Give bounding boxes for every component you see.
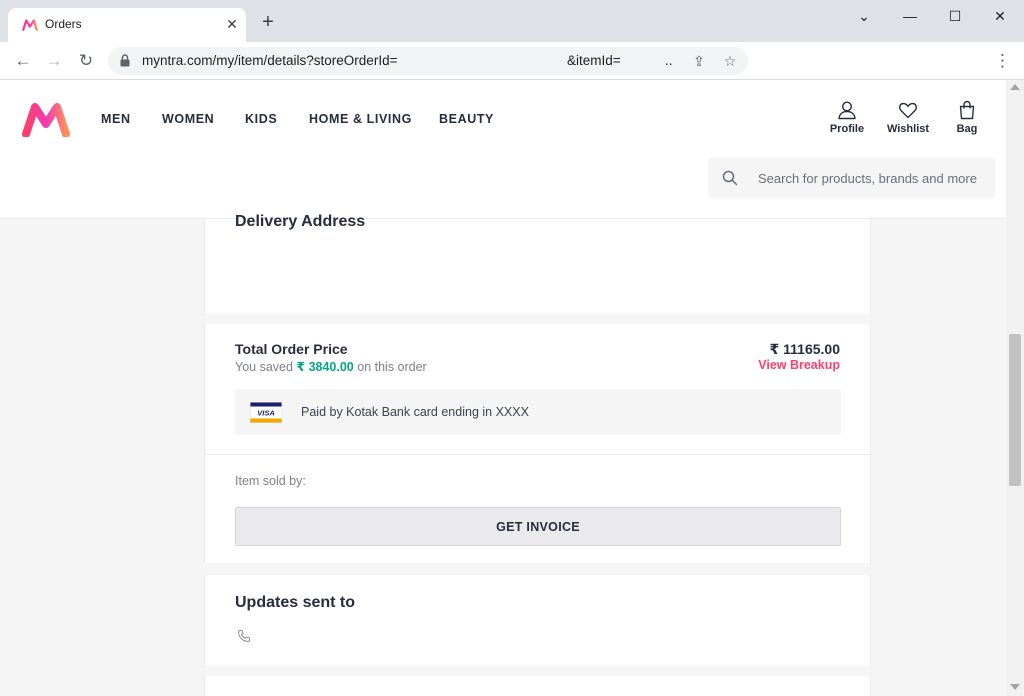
scrollbar-thumb[interactable] xyxy=(1009,334,1021,486)
search-input[interactable] xyxy=(750,158,990,198)
nav-men[interactable]: MEN xyxy=(101,112,131,126)
address-bar[interactable]: myntra.com/my/item/details?storeOrderId=… xyxy=(108,47,748,75)
lock-icon xyxy=(120,54,130,67)
heart-icon xyxy=(899,102,917,119)
total-order-amount: ₹ 11165.00 xyxy=(769,341,840,357)
search-icon[interactable] xyxy=(722,170,738,186)
card-brand-label: VISA xyxy=(257,408,275,417)
view-breakup-link[interactable]: View Breakup xyxy=(758,358,840,372)
section-divider xyxy=(205,454,870,455)
forward-arrow-icon[interactable]: → xyxy=(43,50,65,72)
reload-icon[interactable]: ↻ xyxy=(75,50,97,72)
tab-close-icon[interactable]: ✕ xyxy=(224,16,240,32)
browser-toolbar: ← → ↻ myntra.com/my/item/details?storeOr… xyxy=(0,42,1024,80)
share-icon[interactable]: ⇪ xyxy=(690,52,708,70)
tab-title: Orders xyxy=(45,17,82,31)
next-card xyxy=(204,676,871,696)
maximize-window-icon[interactable]: ☐ xyxy=(944,6,966,26)
nav-kids[interactable]: KIDS xyxy=(245,112,277,126)
myntra-favicon-icon xyxy=(22,19,38,31)
item-sold-by-label: Item sold by: xyxy=(235,474,306,488)
nav-beauty[interactable]: BEAUTY xyxy=(439,112,494,126)
get-invoice-button[interactable]: GET INVOICE xyxy=(235,507,841,546)
delivery-address-card: Delivery Address xyxy=(204,213,871,314)
savings-text: You saved ₹ 3840.00 on this order xyxy=(235,359,427,374)
url-ellipsis: .. xyxy=(665,53,673,68)
updates-sent-to-title: Updates sent to xyxy=(235,594,356,611)
wishlist-label: Wishlist xyxy=(886,123,930,135)
minimize-window-icon[interactable]: — xyxy=(899,6,921,26)
order-price-card: Total Order Price You saved ₹ 3840.00 on… xyxy=(204,324,871,563)
shopping-bag-icon xyxy=(959,100,975,120)
close-window-icon[interactable]: ✕ xyxy=(989,6,1011,26)
visa-card-icon: VISA xyxy=(250,402,282,423)
savings-suffix: on this order xyxy=(353,360,427,374)
payment-info: VISA Paid by Kotak Bank card ending in X… xyxy=(235,389,841,435)
profile-button[interactable]: Profile xyxy=(817,100,877,135)
scroll-up-arrow-icon[interactable] xyxy=(1010,84,1020,90)
delivery-address-title: Delivery Address xyxy=(235,213,366,230)
total-order-price-label: Total Order Price xyxy=(235,341,348,357)
wishlist-button[interactable]: Wishlist xyxy=(878,100,938,135)
profile-label: Profile xyxy=(829,123,865,135)
site-header: MEN WOMEN KIDS HOME & LIVING BEAUTY Prof… xyxy=(0,80,1006,219)
user-icon xyxy=(838,101,856,120)
nav-women[interactable]: WOMEN xyxy=(162,112,214,126)
scroll-down-arrow-icon[interactable] xyxy=(1010,684,1020,690)
browser-menu-kebab-icon[interactable]: ⋮ xyxy=(994,50,1011,72)
payment-text: Paid by Kotak Bank card ending in XXXX xyxy=(301,405,529,419)
url-text: myntra.com/my/item/details?storeOrderId= xyxy=(142,53,398,68)
myntra-logo[interactable] xyxy=(21,103,71,137)
savings-amount: ₹ 3840.00 xyxy=(296,360,354,374)
back-arrow-icon[interactable]: ← xyxy=(12,50,34,72)
page-scrollbar[interactable] xyxy=(1006,80,1024,696)
browser-tab-strip: Orders ✕ + ⌄ — ☐ ✕ xyxy=(0,0,1024,42)
browser-tab-orders[interactable]: Orders ✕ xyxy=(8,8,246,42)
tab-search-chevron-down-icon[interactable]: ⌄ xyxy=(853,6,875,26)
new-tab-plus-icon[interactable]: + xyxy=(258,12,278,32)
bookmark-star-icon[interactable]: ☆ xyxy=(721,52,739,70)
search-bar xyxy=(708,158,995,198)
bag-button[interactable]: Bag xyxy=(937,100,997,135)
bag-label: Bag xyxy=(956,123,978,135)
url-item-id: &itemId= xyxy=(567,53,621,68)
updates-card: Updates sent to xyxy=(204,575,871,666)
nav-home-living[interactable]: HOME & LIVING xyxy=(309,112,412,126)
phone-icon xyxy=(237,629,251,643)
savings-prefix: You saved xyxy=(235,360,297,374)
